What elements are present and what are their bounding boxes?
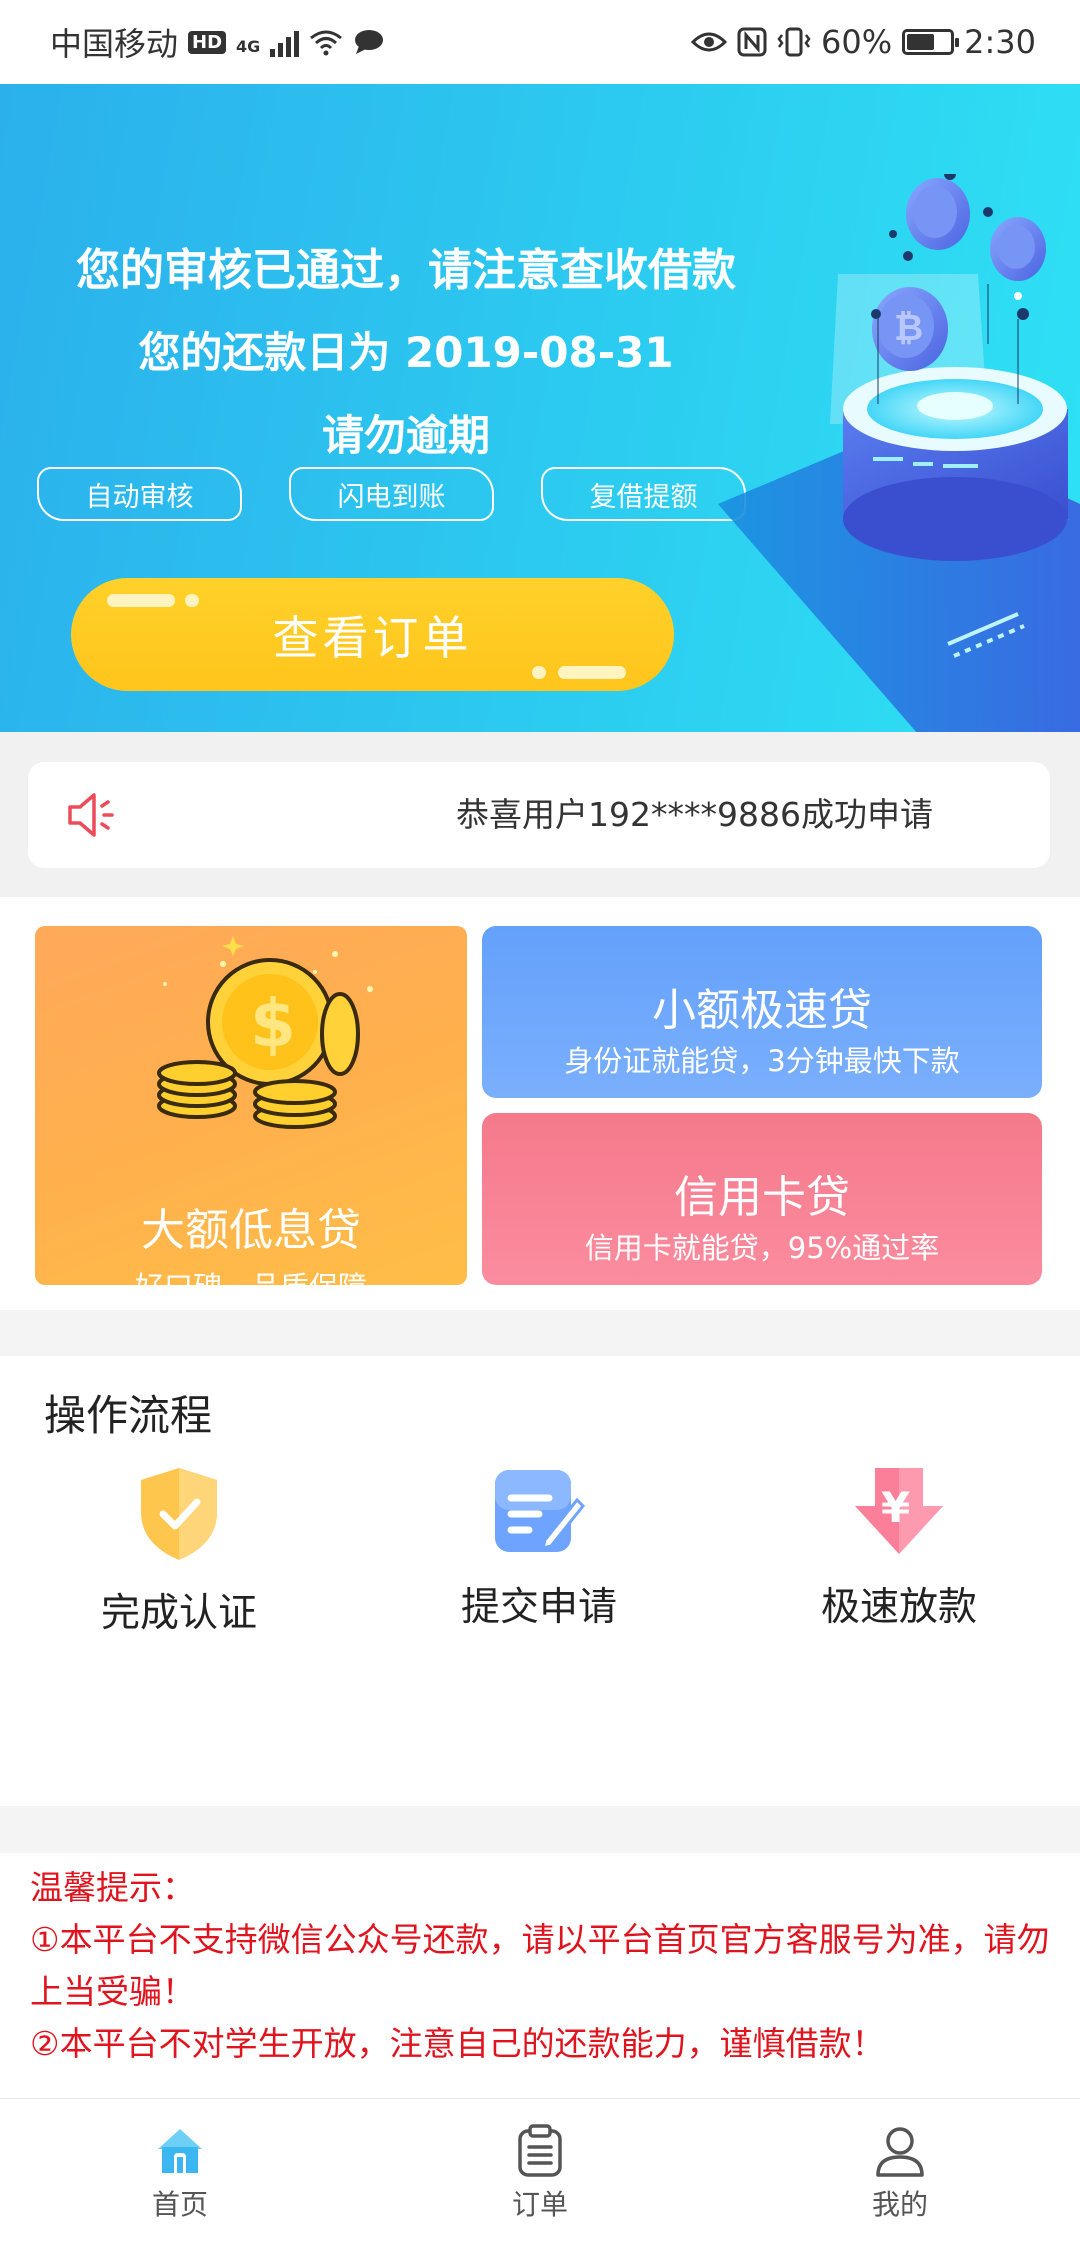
large-loan-title: 大额低息贷	[141, 1205, 361, 1256]
large-loan-subtitle: 好口碑，品质保障	[35, 1264, 467, 1285]
tab-profile-label: 我的	[871, 2188, 928, 2221]
step-payout-label: 极速放款	[820, 1585, 977, 1630]
tag-reborrow-limit: 复借提额	[541, 467, 746, 521]
loan-products: $ 大额低息贷 好口碑，品质保障 小额极速贷 身份证就能贷，3分钟最快下款	[0, 897, 1080, 1310]
tag-instant-payout: 闪电到账	[289, 467, 494, 521]
network-type: 4G	[236, 37, 261, 56]
view-order-button[interactable]: 查看订单	[71, 578, 674, 691]
hero-banner: 您的审核已通过，请注意查收借款 您的还款日为 2019-08-31 请勿逾期 自…	[0, 84, 1080, 732]
credit-card-loan-card[interactable]: 信用卡贷 信用卡就能贷，95%通过率	[482, 1113, 1042, 1285]
svg-text:$: $	[250, 985, 296, 1062]
small-loan-title: 小额极速贷	[652, 985, 872, 1036]
nfc-icon	[737, 27, 767, 57]
tag-auto-review: 自动审核	[37, 467, 242, 521]
warm-tips: 温馨提示： ①本平台不支持微信公众号还款，请以平台首页官方客服号为准，请勿上当受…	[0, 1853, 1080, 2099]
svg-text:¥: ¥	[881, 1483, 910, 1532]
form-edit-icon	[495, 1470, 585, 1552]
tab-orders-label: 订单	[511, 2188, 568, 2221]
notice-section: 恭喜用户192****9886成功申请	[0, 732, 1080, 897]
step-payout: ¥ 极速放款	[779, 1466, 1019, 1632]
notice-marquee[interactable]: 恭喜用户192****9886成功申请	[28, 762, 1050, 868]
repayment-date: 您的还款日为 2019-08-31	[138, 328, 674, 377]
view-order-label: 查看订单	[272, 610, 473, 665]
user-icon	[876, 2127, 924, 2177]
battery-percent: 60%	[821, 23, 893, 61]
tab-orders[interactable]: 订单	[360, 2099, 720, 2244]
svg-text:₿: ₿	[894, 308, 923, 349]
process-section: 操作流程 完成认证 提交申请 ¥ 极速放款	[0, 1356, 1080, 1806]
clock: 2:30	[964, 23, 1036, 61]
overdue-warning: 请勿逾期	[321, 411, 490, 460]
wifi-icon	[310, 30, 343, 56]
step-verify-label: 完成认证	[100, 1591, 257, 1636]
tips-item-2: ②本平台不对学生开放，注意自己的还款能力，谨慎借款！	[30, 2024, 885, 2063]
signal-icon	[270, 27, 300, 57]
clipboard-icon	[518, 2124, 562, 2177]
credit-card-loan-title: 信用卡贷	[674, 1172, 850, 1223]
tips-heading: 温馨提示：	[30, 1868, 195, 1907]
approval-message: 您的审核已通过，请注意查收借款	[76, 245, 736, 296]
message-icon	[355, 30, 384, 54]
gold-coins-icon: $	[157, 936, 373, 1129]
credit-card-loan-subtitle: 信用卡就能贷，95%通过率	[584, 1231, 940, 1265]
small-loan-subtitle: 身份证就能贷，3分钟最快下款	[564, 1044, 960, 1078]
eye-icon	[691, 32, 728, 52]
status-right: 60% 2:30	[691, 23, 1036, 61]
small-fast-loan-card[interactable]: 小额极速贷 身份证就能贷，3分钟最快下款	[482, 926, 1042, 1098]
status-left: 中国移动 HD 4G	[50, 19, 385, 65]
large-low-interest-loan-card[interactable]: $ 大额低息贷 好口碑，品质保障	[35, 926, 467, 1285]
feature-tags: 自动审核 闪电到账 复借提额	[37, 467, 746, 521]
notice-text: 恭喜用户192****9886成功申请	[456, 795, 933, 834]
yuan-down-arrow-icon: ¥	[855, 1468, 943, 1554]
tab-home[interactable]: 首页	[0, 2099, 360, 2244]
carrier-name: 中国移动	[50, 25, 179, 63]
vibrate-icon	[777, 27, 811, 57]
home-icon	[158, 2129, 202, 2173]
tips-item-1: ①本平台不支持微信公众号还款，请以平台首页官方客服号为准，请勿上当受骗！	[30, 1920, 1050, 2011]
speaker-icon	[68, 793, 114, 837]
tab-profile[interactable]: 我的	[720, 2099, 1080, 2244]
step-apply-label: 提交申请	[460, 1585, 617, 1630]
bottom-tab-bar: 首页 订单 我的	[0, 2098, 1080, 2244]
step-verify: 完成认证	[59, 1466, 299, 1638]
shield-check-icon	[141, 1468, 217, 1560]
hd-badge: HD	[188, 30, 227, 54]
battery-icon	[902, 29, 960, 55]
step-apply: 提交申请	[419, 1466, 659, 1632]
status-bar: 中国移动 HD 4G 60% 2:30	[0, 0, 1080, 84]
tab-home-label: 首页	[151, 2188, 208, 2221]
coin-platform-illustration: ₿	[718, 174, 1080, 732]
process-title: 操作流程	[44, 1391, 213, 1440]
